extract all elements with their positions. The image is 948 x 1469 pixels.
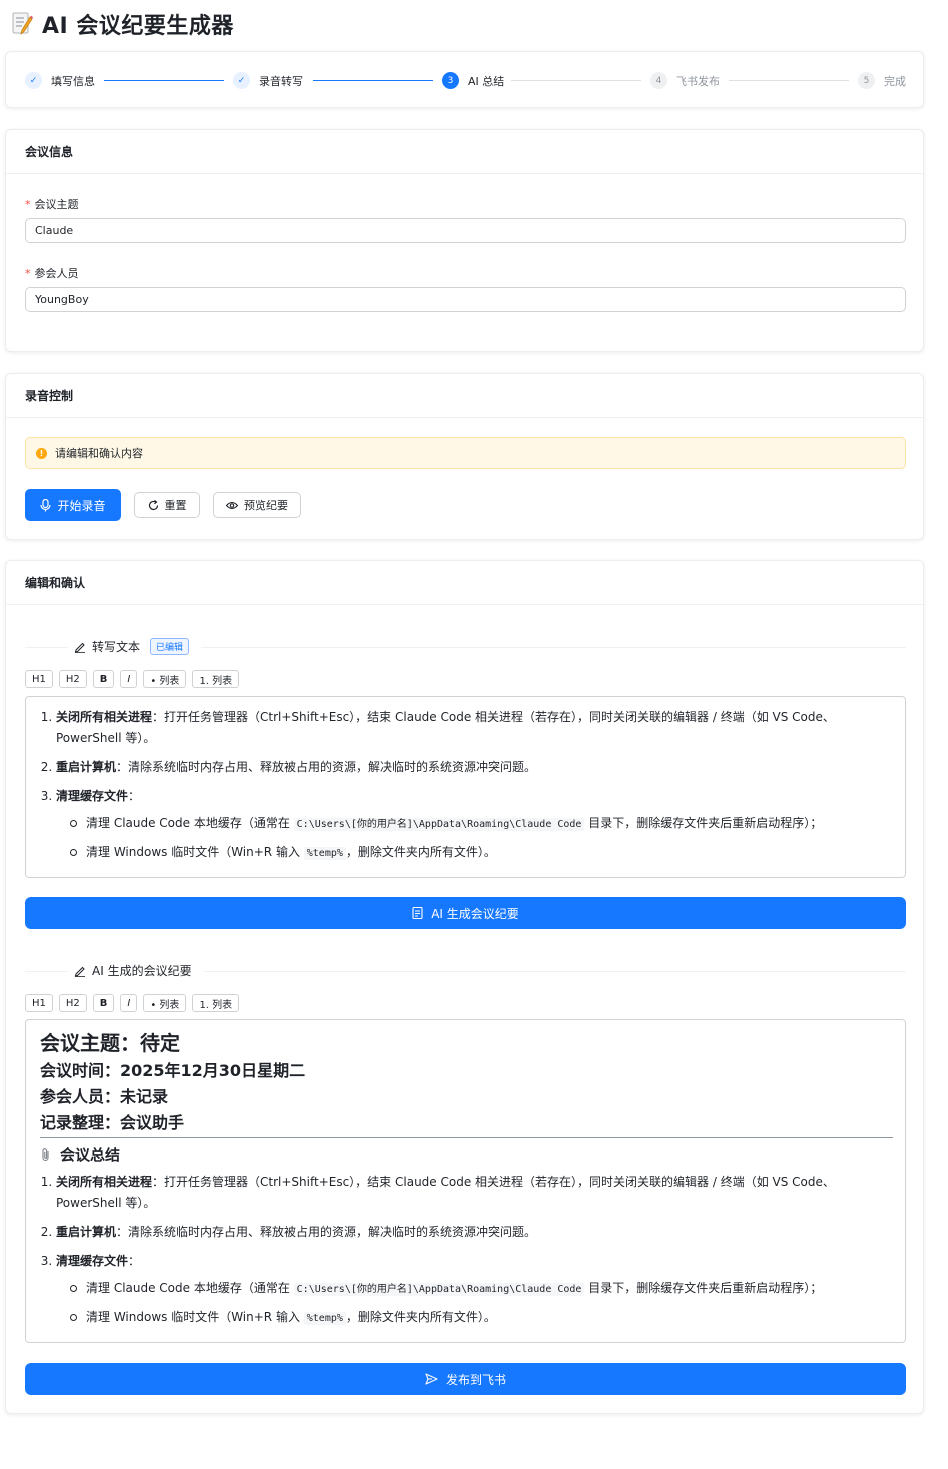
step-label: AI 总结 (468, 74, 505, 88)
doc-section-heading: 会议总结 (40, 1142, 893, 1168)
step-connector (104, 80, 224, 81)
start-recording-button[interactable]: 开始录音 (25, 489, 121, 521)
italic-button[interactable]: I (120, 670, 138, 688)
list-item: 关闭所有相关进程：打开任务管理器（Ctrl+Shift+Esc），结束 Clau… (56, 707, 893, 749)
info-alert: ! 请编辑和确认内容 (25, 437, 906, 469)
list-item: 清理缓存文件： 清理 Claude Code 本地缓存（通常在 C:\Users… (56, 1251, 893, 1329)
progress-steps: ✓ 填写信息 ✓ 录音转写 3 AI 总结 4 飞书发布 5 完成 (5, 51, 924, 108)
summary-editor[interactable]: 会议主题：待定 会议时间：2025年12月30日星期二 参会人员：未记录 记录整… (25, 1019, 906, 1343)
italic-button[interactable]: I (120, 994, 138, 1012)
edit-confirm-card: 编辑和确认 转写文本 已编辑 H1 H2 B I • 列表 1. 列表 关闭所有… (5, 560, 924, 1414)
step-label: 完成 (884, 74, 906, 88)
list-item: 关闭所有相关进程：打开任务管理器（Ctrl+Shift+Esc），结束 Clau… (56, 1172, 893, 1214)
check-icon: ✓ (25, 72, 42, 89)
card-title: 编辑和确认 (6, 561, 923, 605)
reset-button[interactable]: 重置 (134, 492, 200, 518)
attendees-input[interactable]: YoungBoy (25, 287, 906, 312)
page-title: AI 会议纪要生成器 (42, 14, 234, 39)
recording-card: 录音控制 ! 请编辑和确认内容 开始录音 重置 预览纪要 (5, 373, 924, 540)
doc-recorder: 记录整理：会议助手 (40, 1113, 185, 1132)
app-header: AI 会议纪要生成器 (10, 8, 234, 40)
edit-icon (74, 642, 85, 653)
h1-button[interactable]: H1 (25, 670, 53, 688)
step-label: 飞书发布 (676, 74, 720, 88)
topic-label: * 会议主题 (25, 198, 79, 211)
editor-toolbar: H1 H2 B I • 列表 1. 列表 (25, 670, 240, 688)
edited-badge: 已编辑 (150, 638, 190, 655)
h1-button[interactable]: H1 (25, 994, 53, 1012)
bold-button[interactable]: B (92, 670, 115, 688)
eye-icon (226, 501, 238, 509)
step-ai-summary[interactable]: 3 AI 总结 (442, 72, 504, 89)
numbered-list-button[interactable]: 1. 列表 (192, 994, 240, 1012)
editor-toolbar: H1 H2 B I • 列表 1. 列表 (25, 994, 240, 1012)
h2-button[interactable]: H2 (58, 994, 87, 1012)
h2-button[interactable]: H2 (58, 670, 87, 688)
step-label: 录音转写 (259, 74, 303, 88)
attendees-label: * 参会人员 (25, 267, 79, 280)
card-title: 会议信息 (6, 130, 923, 174)
step-connector (729, 80, 849, 81)
bold-button[interactable]: B (92, 994, 115, 1012)
transcript-title: 转写文本 已编辑 (68, 638, 202, 655)
paperclip-icon (42, 1148, 49, 1162)
step-number: 5 (858, 72, 875, 89)
topic-input[interactable]: Claude (25, 218, 906, 243)
list-item: 重启计算机：清除系统临时内存占用、释放被占用的资源，解决临时的系统资源冲突问题。 (56, 1222, 893, 1243)
list-item: 清理 Windows 临时文件（Win+R 输入 %temp% ，删除文件夹内所有… (70, 842, 893, 864)
step-transcribe[interactable]: ✓ 录音转写 (233, 72, 303, 89)
warning-icon: ! (36, 447, 47, 459)
send-icon (425, 1373, 438, 1385)
step-fill-info[interactable]: ✓ 填写信息 (25, 72, 95, 89)
microphone-icon (40, 498, 52, 511)
list-item: 清理 Windows 临时文件（Win+R 输入 %temp% ，删除文件夹内所有… (70, 1307, 893, 1329)
doc-attendees: 参会人员：未记录 (40, 1087, 169, 1106)
doc-time: 会议时间：2025年12月30日星期二 (40, 1061, 306, 1080)
memo-icon (10, 11, 34, 37)
bullet-list-button[interactable]: • 列表 (143, 994, 187, 1012)
edit-icon (74, 966, 85, 977)
list-item: 重启计算机：清除系统临时内存占用、释放被占用的资源，解决临时的系统资源冲突问题。 (56, 757, 893, 778)
preview-button[interactable]: 预览纪要 (213, 492, 301, 518)
ai-generate-button[interactable]: AI 生成会议纪要 (25, 897, 906, 929)
refresh-icon (148, 499, 158, 510)
bullet-list-button[interactable]: • 列表 (143, 670, 187, 688)
step-feishu-publish[interactable]: 4 飞书发布 (650, 72, 720, 89)
step-connector (511, 80, 641, 81)
step-done[interactable]: 5 完成 (858, 72, 906, 89)
list-item: 清理 Claude Code 本地缓存（通常在 C:\Users\[你的用户名]… (70, 813, 893, 835)
step-label: 填写信息 (51, 74, 95, 88)
doc-topic: 会议主题：待定 (40, 1031, 180, 1055)
step-number: 3 (442, 72, 459, 89)
meeting-info-card: 会议信息 * 会议主题 Claude * 参会人员 YoungBoy (5, 129, 924, 352)
transcript-editor[interactable]: 关闭所有相关进程：打开任务管理器（Ctrl+Shift+Esc），结束 Clau… (25, 696, 906, 878)
check-icon: ✓ (233, 72, 250, 89)
summary-title: AI 生成的会议纪要 (68, 962, 204, 979)
step-connector (313, 80, 433, 81)
list-item: 清理 Claude Code 本地缓存（通常在 C:\Users\[你的用户名]… (70, 1278, 893, 1300)
publish-feishu-button[interactable]: 发布到飞书 (25, 1363, 906, 1395)
document-icon (412, 907, 423, 919)
card-title: 录音控制 (6, 374, 923, 418)
step-number: 4 (650, 72, 667, 89)
divider (40, 1137, 893, 1138)
numbered-list-button[interactable]: 1. 列表 (192, 670, 240, 688)
alert-text: 请编辑和确认内容 (55, 447, 143, 460)
list-item: 清理缓存文件： 清理 Claude Code 本地缓存（通常在 C:\Users… (56, 786, 893, 864)
